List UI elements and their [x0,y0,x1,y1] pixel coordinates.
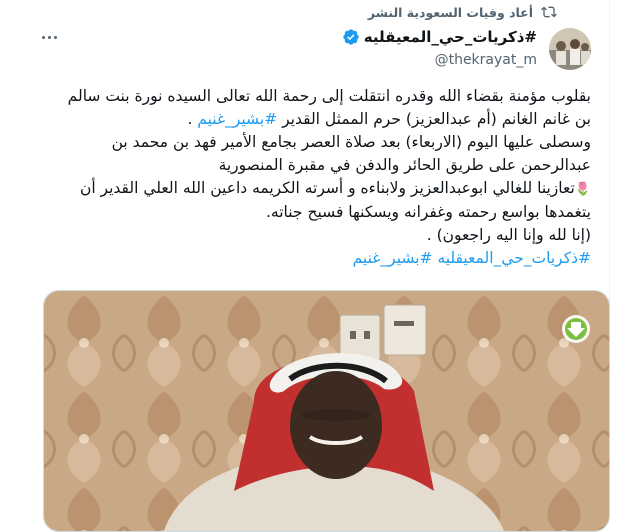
tweet-line: يتغمدها بواسع رحمته وغفرانه ويسكنها فسيح… [265,203,591,221]
tweet-line: بن غانم الغانم (أم عبدالعزيز) حرم الممثل… [38,108,591,131]
tweet-text-segment: بن غانم الغانم (أم عبدالعزيز) حرم الممثل… [277,110,591,128]
tweet-line: #ذكريات_حي_المعيقليه #بشير_غنيم [38,247,591,270]
tweet-line: بقلوب مؤمنة بقضاء الله وقدره انتقلت إلى … [67,87,591,105]
tweet-text-segment: تعازينا للغالي ابوعبدالعزيز ولابناءه و أ… [79,179,575,197]
tweet-line: وسصلى عليها اليوم (الاربعاء) بعد صلاة ال… [111,133,591,151]
avatar[interactable] [549,28,591,70]
tweet-line: (إنا لله وإنا اليه راجعون) . [426,226,591,244]
download-icon[interactable] [562,315,590,343]
tweet-line: عبدالرحمن على طريق الحائر والدفن في مقبر… [218,156,591,174]
retweet-icon [541,4,557,20]
tweet-text: بقلوب مؤمنة بقضاء الله وقدره انتقلت إلى … [38,85,591,270]
media-photo [44,291,609,531]
verified-badge-icon [342,28,360,46]
retweet-indicator[interactable]: أعاد وفيات السعودية النشر [368,4,557,20]
tweet-card[interactable]: أعاد وفيات السعودية النشر #ذكريات_حي_الم… [0,0,610,532]
author-display-name[interactable]: #ذكريات_حي_المعيقليه [364,28,537,46]
hashtag-link[interactable]: #بشير_غنيم [353,249,433,267]
hashtag-link[interactable]: #بشير_غنيم [197,110,277,128]
hashtag-link[interactable]: #ذكريات_حي_المعيقليه [437,249,591,267]
more-options-icon[interactable] [38,26,60,48]
tweet-line: 🌷تعازينا للغالي ابوعبدالعزيز ولابناءه و … [38,177,591,201]
tweet-text-segment: . [187,110,198,128]
author-name-row[interactable]: #ذكريات_حي_المعيقليه [342,28,537,46]
tweet-media-image[interactable] [43,290,610,532]
retweet-label: أعاد وفيات السعودية النشر [367,4,533,20]
author-handle[interactable]: @thekrayat_m [435,52,537,68]
tulip-emoji: 🌷 [574,182,591,197]
